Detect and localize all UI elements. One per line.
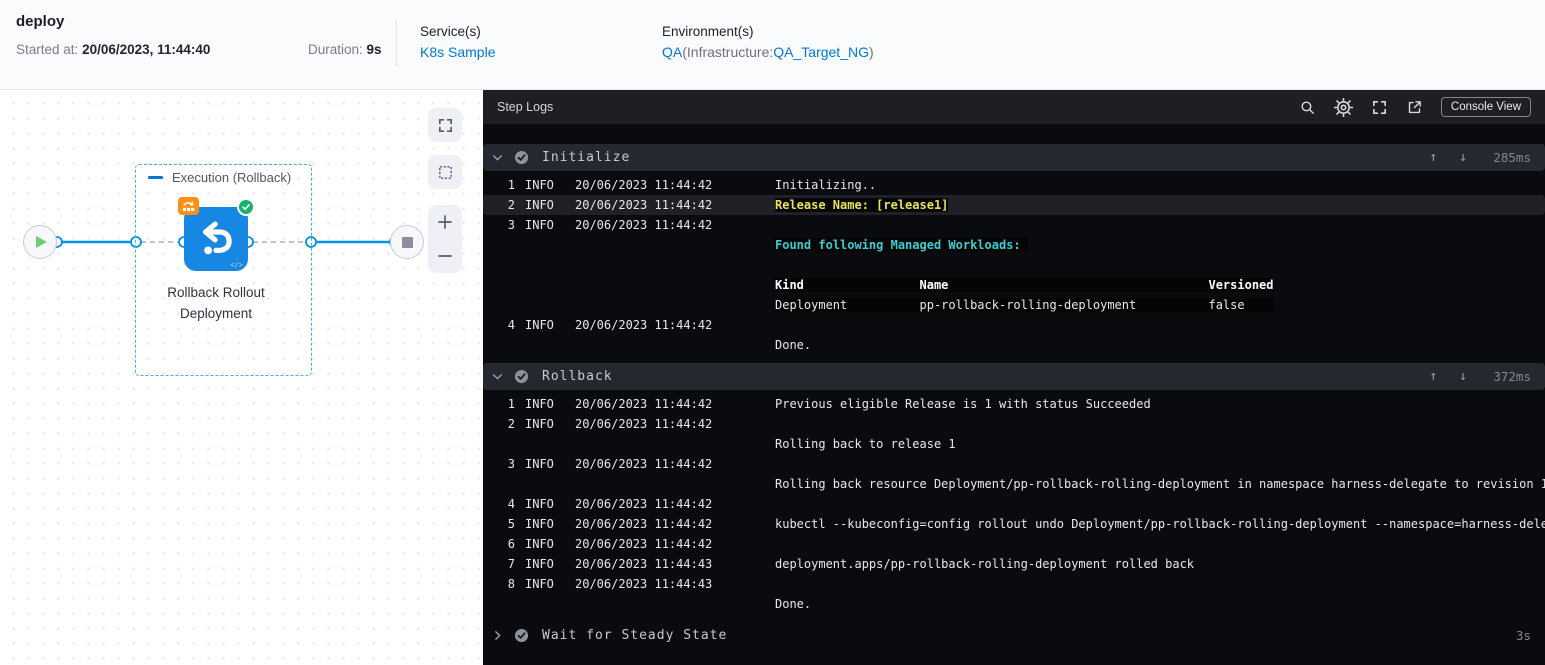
- step-logs-toolbar: Step Logs Console View: [483, 90, 1545, 124]
- log-line: 8 INFO 20/06/2023 11:44:43: [507, 577, 713, 591]
- infrastructure-prefix: (Infrastructure:: [682, 44, 774, 60]
- console-view-button[interactable]: Console View: [1440, 97, 1531, 117]
- code-glyph: </>: [230, 261, 243, 269]
- environments-label: Environment(s): [662, 24, 754, 39]
- log-line: Deployment pp-rollback-rolling-deploymen…: [775, 298, 1274, 312]
- log-line: Rolling back resource Deployment/pp-roll…: [775, 477, 1545, 491]
- pipeline-canvas[interactable]: Execution (Rollback) </> Rollback Rollou…: [0, 90, 483, 665]
- scroll-to-bottom-icon[interactable]: ↓: [1459, 369, 1467, 384]
- log-line: 2 INFO 20/06/2023 11:44:42: [507, 417, 713, 431]
- start-node[interactable]: [23, 225, 57, 259]
- scroll-to-top-icon[interactable]: ↑: [1429, 150, 1437, 165]
- log-line: 6 INFO 20/06/2023 11:44:42: [507, 537, 713, 551]
- stop-icon: [401, 236, 413, 248]
- log-line: 1 INFO 20/06/2023 11:44:42 Initializing..: [507, 178, 877, 192]
- log-section: Initialize ↑ ↓ 285ms 1 INFO 20/06/2023 11:44:4…: [483, 144, 1545, 355]
- log-section-header[interactable]: Wait for Steady State 3s: [483, 622, 1545, 649]
- zoom-out-button[interactable]: [428, 239, 462, 273]
- expand-icon: [1372, 100, 1386, 114]
- log-section-header[interactable]: Initialize ↑ ↓ 285ms: [483, 144, 1545, 171]
- execution-header: deploy Started at: 20/06/2023, 11:44:40 …: [0, 0, 1545, 90]
- log-section-header[interactable]: Rollback ↑ ↓ 372ms: [483, 363, 1545, 390]
- step-node-rollback[interactable]: </>: [178, 197, 255, 271]
- environments-block: Environment(s) QA(Infrastructure:QA_Targ…: [662, 24, 874, 60]
- plus-icon: [438, 215, 452, 229]
- section-duration: 372ms: [1493, 369, 1531, 384]
- services-label: Service(s): [420, 24, 481, 39]
- minus-icon: [438, 255, 452, 257]
- started-at: Started at: 20/06/2023, 11:44:40: [16, 42, 210, 57]
- log-line: 4 INFO 20/06/2023 11:44:42: [507, 318, 713, 332]
- section-duration: 285ms: [1493, 150, 1531, 165]
- gear-icon: [1333, 97, 1353, 117]
- check-circle-icon: [514, 369, 529, 384]
- log-line: Done.: [775, 338, 812, 352]
- open-in-new-icon: [1408, 100, 1421, 113]
- step-logs-panel: Step Logs Console View Initialize ↑ ↓ 28…: [483, 90, 1545, 665]
- success-check-icon: [237, 198, 255, 216]
- log-line: 3 INFO 20/06/2023 11:44:42: [507, 457, 713, 471]
- search-button[interactable]: [1299, 99, 1316, 116]
- duration-value: 9s: [366, 42, 382, 57]
- services-block: Service(s) K8s Sample: [420, 24, 495, 60]
- check-circle-icon: [514, 150, 529, 165]
- log-line: Found following Managed Workloads:: [775, 238, 1028, 252]
- end-node[interactable]: [390, 225, 424, 259]
- started-at-value: 20/06/2023, 11:44:40: [82, 42, 211, 57]
- log-line: 1 INFO 20/06/2023 11:44:42 Previous eligibl…: [507, 397, 1151, 411]
- log-settings-button[interactable]: [1333, 97, 1353, 117]
- environment-link[interactable]: QA: [662, 44, 682, 60]
- section-title: Initialize: [542, 150, 631, 165]
- canvas-marquee-select-button[interactable]: [428, 155, 462, 189]
- header-divider: [396, 20, 397, 66]
- scroll-to-bottom-icon[interactable]: ↓: [1459, 150, 1467, 165]
- step-label: Rollback Rollout Deployment: [167, 285, 265, 321]
- open-in-new-button[interactable]: [1406, 99, 1423, 116]
- chevron-right-icon[interactable]: [491, 629, 504, 642]
- log-line: Rolling back to release 1: [775, 437, 956, 451]
- log-line: 2 INFO 20/06/2023 11:44:42 Release Name: [r…: [483, 195, 1545, 215]
- chevron-down-icon[interactable]: [491, 370, 504, 383]
- zoom-in-button[interactable]: [428, 205, 462, 239]
- started-at-label: Started at:: [16, 42, 79, 57]
- page-title: deploy: [16, 13, 65, 30]
- chevron-down-icon[interactable]: [491, 151, 504, 164]
- log-line: Kind Name Versioned: [775, 278, 1274, 292]
- section-duration: 3s: [1515, 628, 1531, 643]
- search-icon: [1301, 100, 1314, 114]
- log-line: Done.: [775, 597, 812, 611]
- step-logs-title: Step Logs: [497, 100, 554, 114]
- log-sections: Initialize ↑ ↓ 285ms 1 INFO 20/06/2023 11:44:4…: [483, 124, 1545, 665]
- service-link[interactable]: K8s Sample: [420, 44, 495, 60]
- infrastructure-suffix: ): [868, 44, 874, 60]
- log-fullscreen-button[interactable]: [1371, 99, 1388, 116]
- duration: Duration: 9s: [308, 42, 382, 57]
- log-line: 4 INFO 20/06/2023 11:44:42: [507, 497, 713, 511]
- duration-label: Duration:: [308, 42, 363, 57]
- canvas-fullscreen-button[interactable]: [428, 108, 462, 142]
- infrastructure-link[interactable]: QA_Target_NG: [773, 44, 869, 60]
- rollout-badge-icon: [178, 197, 199, 215]
- play-icon: [36, 236, 47, 248]
- log-line: 7 INFO 20/06/2023 11:44:43 deployment.apps/…: [507, 557, 1195, 571]
- canvas-zoom-controls: [428, 205, 462, 273]
- log-section: Rollback ↑ ↓ 372ms 1 INFO 20/06/2023 11:44:42 P…: [483, 363, 1545, 614]
- log-line: 5 INFO 20/06/2023 11:44:42 kubectl --kubeco…: [507, 517, 1545, 531]
- stage-label[interactable]: Execution (Rollback): [148, 170, 291, 185]
- rollback-step-icon: [202, 221, 232, 255]
- scroll-to-top-icon[interactable]: ↑: [1429, 369, 1437, 384]
- log-line: 3 INFO 20/06/2023 11:44:42: [507, 218, 713, 232]
- check-circle-icon: [514, 628, 529, 643]
- fullscreen-icon: [438, 118, 452, 132]
- section-title: Wait for Steady State: [542, 628, 728, 643]
- marquee-select-icon: [438, 165, 452, 179]
- section-title: Rollback: [542, 369, 613, 384]
- log-section: Wait for Steady State 3s: [483, 622, 1545, 649]
- collapse-dash-icon[interactable]: [148, 176, 163, 179]
